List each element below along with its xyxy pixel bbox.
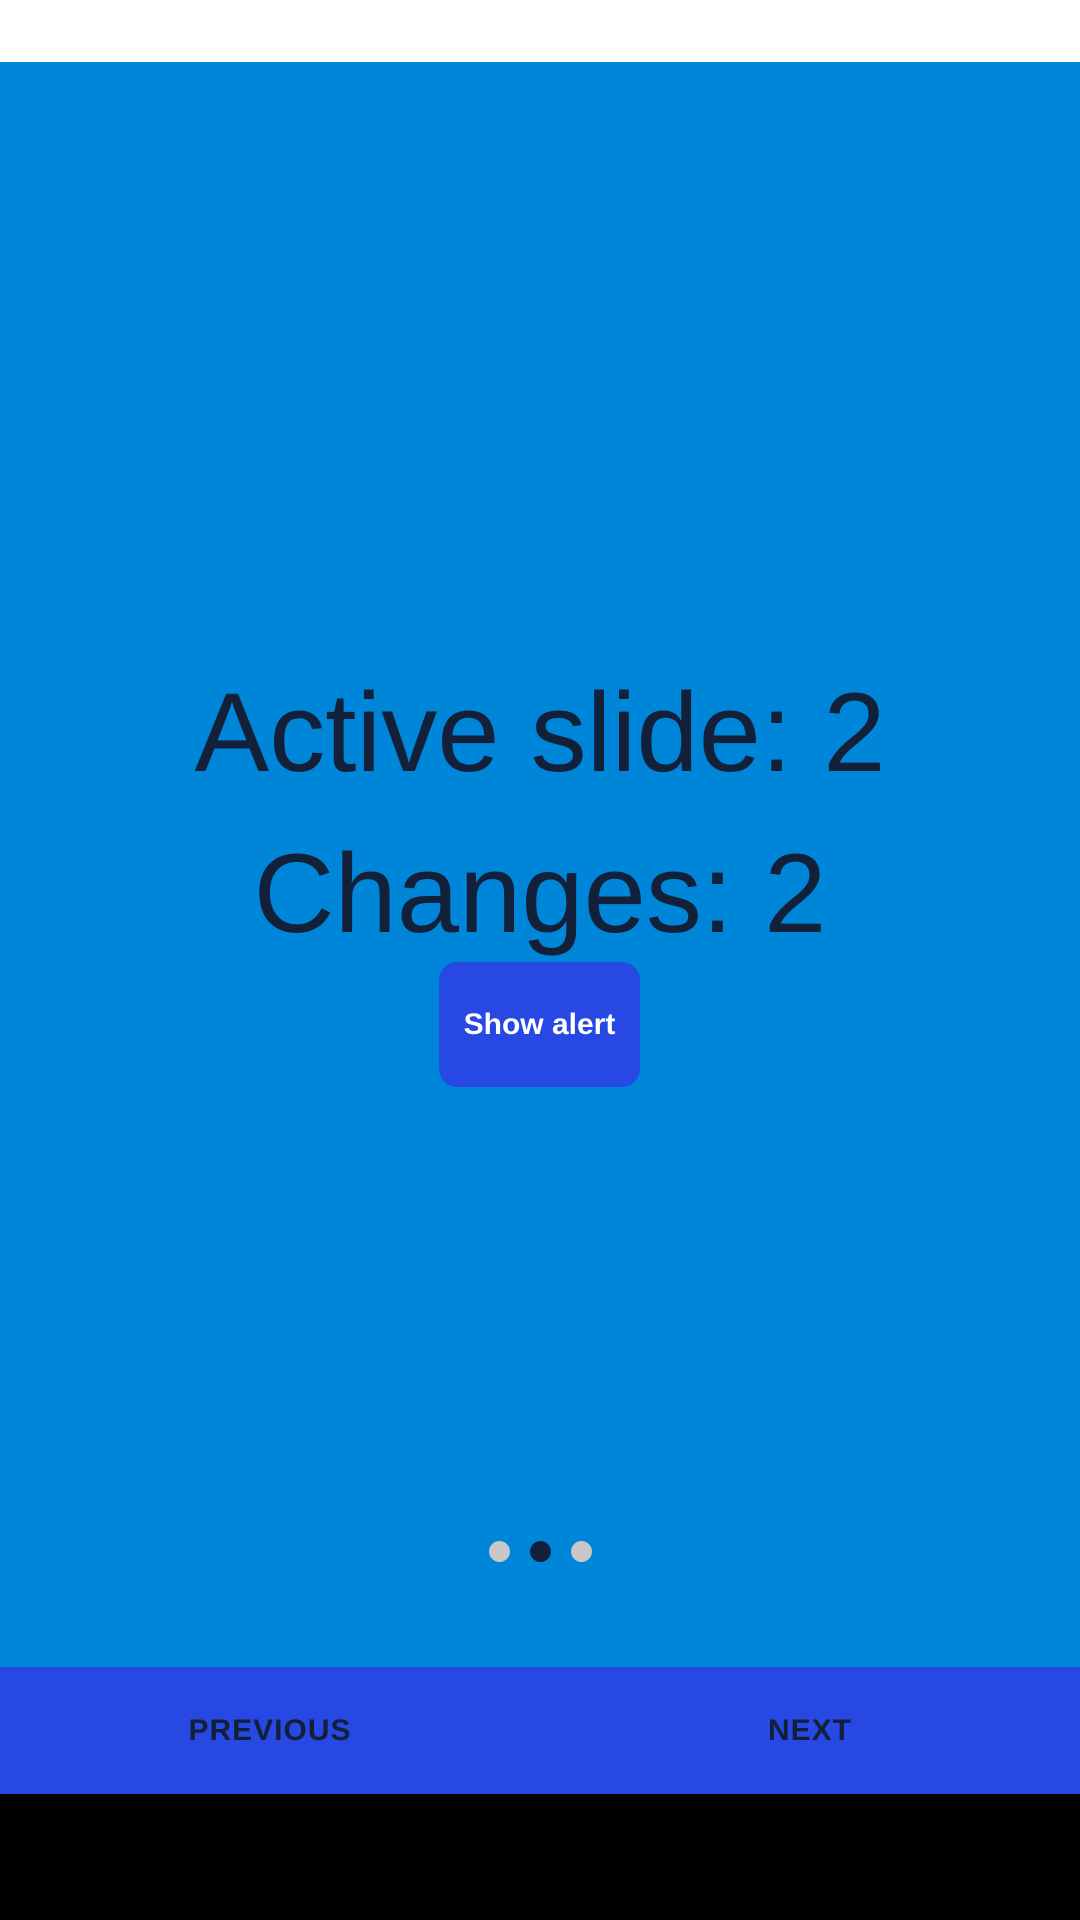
pager-dots bbox=[0, 1541, 1080, 1563]
changes-count-text: Changes: 2 bbox=[253, 831, 827, 956]
active-slide-text: Active slide: 2 bbox=[194, 670, 886, 795]
next-button[interactable]: NEXT bbox=[540, 1667, 1080, 1794]
bottom-navigation-bar: PREVIOUS NEXT bbox=[0, 1667, 1080, 1794]
pager-dot-3[interactable] bbox=[570, 1541, 592, 1562]
system-navigation-bar bbox=[0, 1794, 1080, 1920]
pager-dot-1[interactable] bbox=[488, 1541, 510, 1562]
pager-dot-2[interactable] bbox=[529, 1541, 551, 1562]
previous-button[interactable]: PREVIOUS bbox=[0, 1667, 540, 1794]
status-bar bbox=[0, 0, 1080, 62]
show-alert-button[interactable]: Show alert bbox=[439, 962, 640, 1087]
app-screen: Active slide: 2 Changes: 2 Show alert PR… bbox=[0, 0, 1080, 1920]
